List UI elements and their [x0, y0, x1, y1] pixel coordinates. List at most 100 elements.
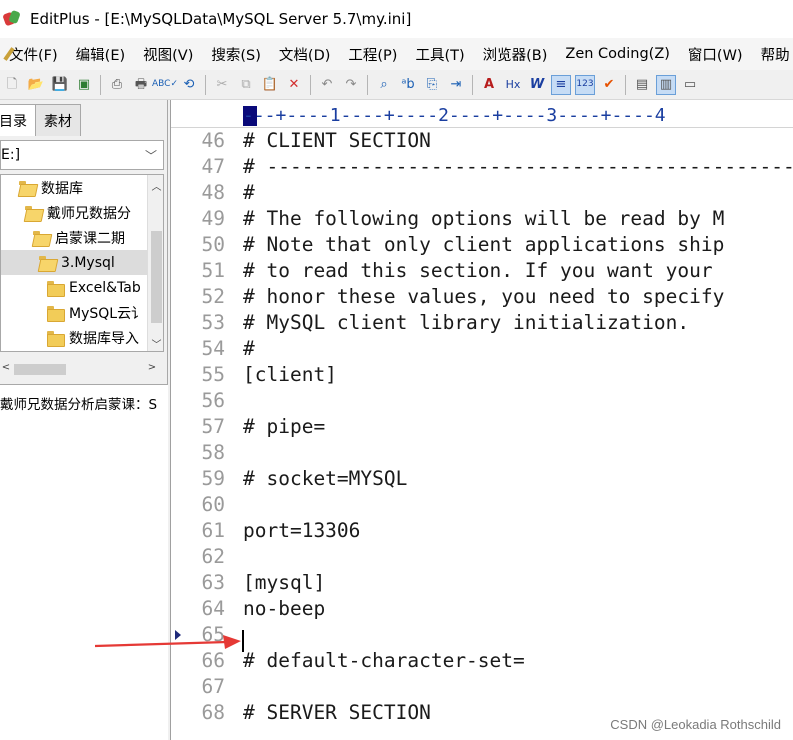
- copy-icon[interactable]: ⧉: [236, 75, 256, 95]
- tree-item-label: 数据库导入: [69, 330, 139, 347]
- code-line[interactable]: 54 #: [171, 336, 793, 362]
- code-line[interactable]: 53 # MySQL client library initialization.: [171, 310, 793, 336]
- line-text: # default-character-set=: [243, 649, 525, 672]
- menu-browser[interactable]: 浏览器(B): [482, 42, 549, 67]
- browser-preview-icon[interactable]: ⟲: [179, 75, 199, 95]
- print-preview-icon[interactable]: ⎙: [107, 75, 127, 95]
- spell-check-icon[interactable]: ABC✓: [152, 75, 178, 95]
- code-line[interactable]: 60: [171, 492, 793, 518]
- replace-icon[interactable]: ᵃb: [398, 75, 418, 95]
- menu-help[interactable]: 帮助: [760, 42, 791, 67]
- editor-pane[interactable]: ---+----1----+----2----+----3----+----4 …: [170, 100, 793, 740]
- chevron-down-icon[interactable]: ﹀: [145, 147, 157, 164]
- code-line[interactable]: 52 # honor these values, you need to spec…: [171, 284, 793, 310]
- tree-item[interactable]: MySQL云讠: [47, 300, 145, 325]
- scroll-thumb[interactable]: [151, 231, 162, 323]
- code-line[interactable]: 48 #: [171, 180, 793, 206]
- find-in-files-icon[interactable]: ⎘: [422, 75, 442, 95]
- tab-clips[interactable]: 素材: [36, 104, 81, 136]
- tree-item[interactable]: 戴师兄数据分: [25, 200, 131, 225]
- code-line[interactable]: 47 # ------------------------------------…: [171, 154, 793, 180]
- redo-icon[interactable]: ↷: [341, 75, 361, 95]
- find-icon[interactable]: ⌕: [374, 75, 394, 95]
- ruler-text: ---+----1----+----2----+----3----+----4: [243, 105, 666, 126]
- tab-directory[interactable]: 目录: [0, 104, 36, 136]
- line-number: 57: [201, 415, 225, 438]
- menu-tools[interactable]: 工具(T): [414, 42, 465, 67]
- open-folder-icon[interactable]: 📂: [26, 75, 46, 95]
- code-line[interactable]: 46 # CLIENT SECTION: [171, 128, 793, 154]
- check-icon[interactable]: ✔: [599, 75, 619, 95]
- tree-horizontal-scrollbar[interactable]: < >: [0, 360, 164, 380]
- scroll-right-icon[interactable]: >: [146, 362, 158, 373]
- code-line[interactable]: 67: [171, 674, 793, 700]
- folder-open-icon: [33, 230, 49, 245]
- cut-icon[interactable]: ✂: [212, 75, 232, 95]
- tree-item-label: Excel&Tab: [69, 279, 141, 296]
- output-window-icon[interactable]: ▭: [680, 75, 700, 95]
- tree-item[interactable]: 数据库导入: [47, 325, 139, 350]
- undo-icon[interactable]: ↶: [317, 75, 337, 95]
- goto-line-icon[interactable]: ⇥: [446, 75, 466, 95]
- new-file-icon[interactable]: 🗋: [2, 75, 22, 95]
- line-number: 54: [201, 337, 225, 360]
- code-line[interactable]: 51 # to read this section. If you want yo…: [171, 258, 793, 284]
- code-line[interactable]: 62: [171, 544, 793, 570]
- scroll-thumb[interactable]: [14, 364, 66, 375]
- line-number: 49: [201, 207, 225, 230]
- code-line[interactable]: 65: [171, 622, 793, 648]
- menu-project[interactable]: 工程(P): [347, 42, 398, 67]
- code-line[interactable]: 49 # The following options will be read b…: [171, 206, 793, 232]
- code-line[interactable]: 64 no-beep: [171, 596, 793, 622]
- scroll-down-icon[interactable]: ﹀: [148, 335, 163, 351]
- line-number-icon[interactable]: ≡: [551, 74, 571, 95]
- line-text: # to read this section. If you want your: [243, 259, 713, 282]
- code-line[interactable]: 58: [171, 440, 793, 466]
- toolbar-separator: [205, 74, 206, 95]
- delete-icon[interactable]: ✕: [284, 75, 304, 95]
- editplus-app-icon[interactable]: [2, 9, 22, 29]
- code-line[interactable]: 56: [171, 388, 793, 414]
- paste-icon[interactable]: 📋: [260, 75, 280, 95]
- tree-item[interactable]: 启蒙课二期: [33, 225, 125, 250]
- menu-edit[interactable]: 编辑(E): [75, 42, 126, 67]
- menu-window[interactable]: 窗口(W): [687, 42, 744, 67]
- code-line[interactable]: 57 # pipe=: [171, 414, 793, 440]
- tree-item-selected[interactable]: 3.Mysql: [1, 250, 147, 275]
- scroll-left-icon[interactable]: <: [0, 362, 12, 373]
- tree-item[interactable]: 数据库: [19, 175, 83, 200]
- font-size-icon[interactable]: A: [479, 75, 499, 95]
- column-ruler-icon[interactable]: 123: [575, 74, 595, 95]
- drive-select[interactable]: E:] ﹀: [0, 140, 164, 170]
- code-line[interactable]: 50 # Note that only client applications s…: [171, 232, 793, 258]
- scroll-up-icon[interactable]: ︿: [148, 177, 163, 193]
- title-bar[interactable]: EditPlus - [E:\MySQLData\MySQL Server 5.…: [0, 0, 793, 38]
- folder-open-icon: [25, 205, 41, 220]
- code-line[interactable]: 63 [mysql]: [171, 570, 793, 596]
- screen-mode-icon[interactable]: ▤: [632, 75, 652, 95]
- code-line[interactable]: 66 # default-character-set=: [171, 648, 793, 674]
- word-wrap-icon[interactable]: W: [527, 75, 547, 95]
- line-text: #: [243, 337, 255, 360]
- save-all-icon[interactable]: ▣: [74, 75, 94, 95]
- tree-vertical-scrollbar[interactable]: ︿ ﹀: [147, 175, 163, 351]
- menu-search[interactable]: 搜索(S): [210, 42, 262, 67]
- code-line[interactable]: 59 # socket=MYSQL: [171, 466, 793, 492]
- code-line[interactable]: 55 [client]: [171, 362, 793, 388]
- menu-zen-coding[interactable]: Zen Coding(Z): [564, 44, 671, 64]
- menu-document[interactable]: 文档(D): [278, 42, 331, 67]
- menu-file[interactable]: 文件(F): [8, 42, 59, 67]
- file-list-item[interactable]: 戴师兄数据分析启蒙课：S: [0, 393, 157, 413]
- folder-icon: [47, 330, 65, 347]
- folder-open-icon: [19, 180, 35, 195]
- toolbar-separator: [625, 74, 626, 95]
- save-icon[interactable]: 💾: [50, 75, 70, 95]
- menu-view[interactable]: 视图(V): [142, 42, 194, 67]
- tree-item[interactable]: Excel&Tab: [47, 275, 141, 300]
- line-text: no-beep: [243, 597, 326, 620]
- toggle-panel-icon[interactable]: ▥: [656, 74, 676, 95]
- hex-view-icon[interactable]: Hx: [503, 75, 523, 95]
- folder-icon: [47, 305, 65, 322]
- code-line[interactable]: 61 port=13306: [171, 518, 793, 544]
- print-icon[interactable]: 🖶: [131, 75, 151, 95]
